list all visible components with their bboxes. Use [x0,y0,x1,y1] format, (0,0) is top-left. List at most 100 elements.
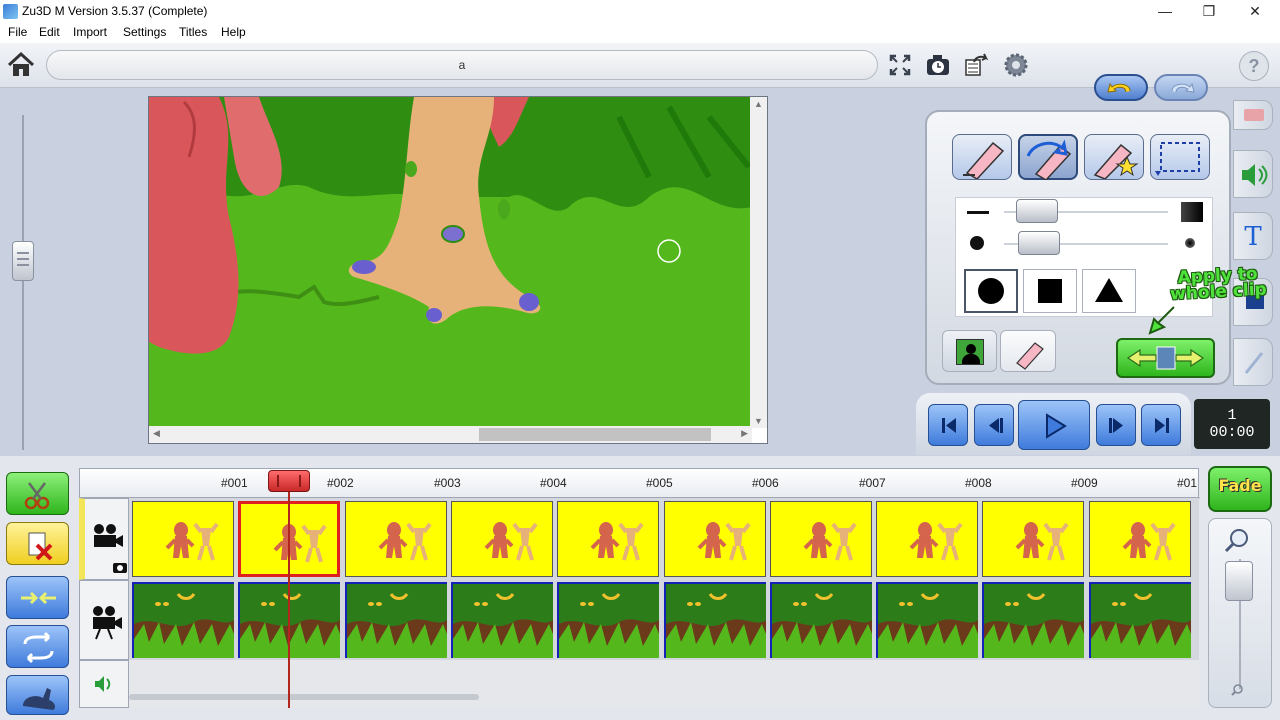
merge-arrows-icon [21,591,56,605]
side-tab-camera[interactable] [1233,100,1273,130]
apply-to-whole-clip-button[interactable] [1116,338,1215,378]
background-frame-thumb[interactable] [769,582,872,658]
movie-camera-icon [94,524,127,573]
cut-button[interactable] [6,472,69,515]
menu-edit[interactable]: Edit [36,25,63,39]
loop-button[interactable] [6,625,69,668]
viewer-vertical-scrollbar[interactable]: ▲ ▼ [750,97,767,428]
background-frame-thumb[interactable] [982,582,1085,658]
track-header-sound[interactable] [79,660,129,708]
foreground-frame-thumb[interactable] [982,501,1085,577]
foreground-frame-thumb[interactable] [769,501,872,577]
left-zoom-slider-thumb[interactable] [12,241,34,281]
foreground-frame-thumb[interactable] [450,501,553,577]
viewer-horizontal-scrollbar[interactable]: ◀ ▶ [149,426,752,443]
ruler-label: #004 [540,476,567,490]
loop-icon [23,631,54,664]
foreground-frame-thumb[interactable] [132,501,234,577]
menu-import[interactable]: Import [70,25,110,39]
silhouette-mask-icon [955,339,984,365]
selection-tool-button[interactable] [1150,134,1210,180]
track-header-foreground[interactable] [79,498,129,580]
home-icon[interactable] [6,51,36,79]
undo-button[interactable] [1094,74,1148,101]
background-frame-thumb[interactable] [557,582,660,658]
side-tab-pen[interactable] [1233,338,1273,386]
scissors-icon [24,482,50,510]
eraser-tool-button[interactable] [952,134,1012,180]
background-frame-thumb[interactable] [132,582,234,658]
foreground-frame-thumb[interactable] [344,501,447,577]
camera-timer-icon[interactable] [925,52,951,78]
opacity-slider-thumb[interactable] [1016,199,1058,223]
project-name-field[interactable]: a [46,50,878,80]
menu-bar: File Edit Import Settings Titles Help [0,23,1280,43]
step-back-icon [989,418,1003,433]
close-button[interactable]: ✕ [1232,0,1278,23]
ruler-label: #009 [1071,476,1098,490]
side-tab-sound[interactable] [1233,150,1273,198]
delete-icon [28,532,53,561]
restore-tool-button[interactable] [1018,134,1078,181]
apply-to-whole-clip-label: Apply to whole clip [1169,263,1268,305]
delete-frame-button[interactable] [6,522,69,565]
magnifier-icon [1224,529,1248,553]
step-forward-icon [1109,418,1123,433]
ruler-ticks [80,497,1200,499]
settings-gear-icon[interactable] [1003,52,1029,78]
background-frame-thumb[interactable] [450,582,553,658]
ruler-label: #007 [859,476,886,490]
playhead-handle[interactable] [268,470,310,492]
help-button[interactable]: ? [1239,51,1269,81]
eraser-mode-icon [1016,342,1044,370]
track-header-background[interactable] [79,580,129,660]
foreground-frame-thumb[interactable] [876,501,979,577]
minimize-button[interactable]: — [1142,0,1188,23]
timeline-zoom-panel [1208,518,1272,708]
ruler-label: #002 [327,476,354,490]
maximize-button[interactable]: ❐ [1186,0,1232,23]
eraser-mode-tab[interactable] [1000,330,1056,372]
ruler-label: #01 [1177,476,1198,490]
mask-mode-tab[interactable] [942,330,997,372]
background-frame-thumb[interactable] [876,582,979,658]
left-zoom-slider-track[interactable] [22,115,24,450]
apply-range-icon [1126,346,1205,370]
timeline-zoom-thumb[interactable] [1225,561,1253,601]
menu-file[interactable]: File [5,25,30,39]
foreground-frame-thumb[interactable] [557,501,660,577]
go-to-end-button[interactable] [1141,404,1181,446]
next-frame-button[interactable] [1096,404,1136,446]
triangle-brush-button[interactable] [1082,269,1136,313]
timeline-scrollbar-thumb[interactable] [129,694,479,700]
ruler-label: #001 [221,476,248,490]
top-toolbar: a ? [0,43,1280,88]
brush-size-slider-thumb[interactable] [1018,231,1060,255]
merge-button[interactable] [6,576,69,619]
menu-titles[interactable]: Titles [176,25,210,39]
onion-skin-button[interactable] [6,675,69,715]
menu-settings[interactable]: Settings [120,25,169,39]
star-eraser-tool-button[interactable] [1084,134,1144,180]
foreground-frame-thumb[interactable] [663,501,766,577]
previous-frame-button[interactable] [974,404,1014,446]
frame-image[interactable] [149,97,752,428]
green-arrow-icon [1148,306,1175,335]
background-frame-thumb[interactable] [1088,582,1191,658]
circle-brush-button[interactable] [964,269,1018,313]
skip-end-icon [1155,418,1169,433]
foreground-frame-thumb[interactable] [1088,501,1191,577]
redo-button[interactable] [1154,74,1208,101]
menu-help[interactable]: Help [218,25,249,39]
fullscreen-icon[interactable] [887,52,913,78]
frame-viewer[interactable]: ▲ ▼ ◀ ▶ [148,96,768,444]
restore-eraser-icon [1026,139,1072,181]
ruler-label: #005 [646,476,673,490]
square-brush-button[interactable] [1023,269,1077,313]
play-button[interactable] [1018,400,1090,450]
background-frame-thumb[interactable] [663,582,766,658]
side-tab-text[interactable]: T [1233,212,1273,260]
background-frame-thumb[interactable] [344,582,447,658]
go-to-start-button[interactable] [928,404,968,446]
export-icon[interactable] [964,52,990,78]
